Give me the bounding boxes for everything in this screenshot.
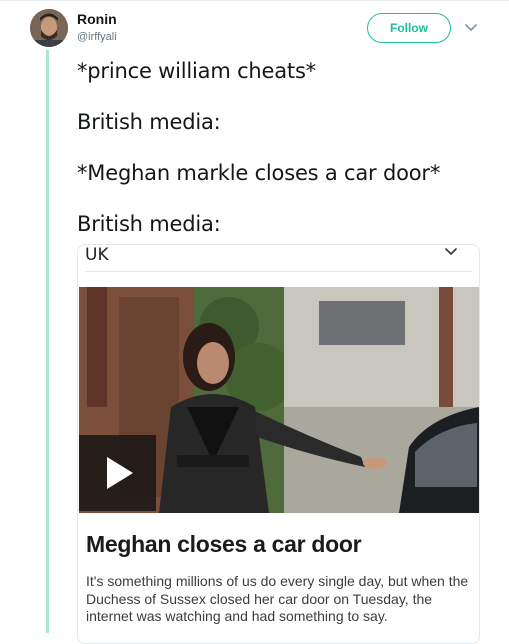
article-description: It's something millions of us do every s… — [86, 573, 469, 624]
play-icon — [107, 457, 133, 489]
author-name[interactable]: Ronin — [77, 11, 117, 27]
chevron-down-icon[interactable] — [462, 19, 480, 37]
tweet-text-line: *prince william cheats* — [77, 59, 316, 83]
avatar[interactable] — [30, 9, 68, 47]
tweet-text-line: British media: — [77, 110, 221, 134]
article-photo[interactable] — [79, 287, 479, 513]
follow-button[interactable]: Follow — [367, 13, 451, 43]
top-divider — [0, 0, 509, 1]
thread-line — [46, 50, 49, 633]
article-title[interactable]: Meghan closes a car door — [86, 531, 362, 558]
tweet-text-line: *Meghan markle closes a car door* — [77, 161, 441, 185]
chevron-down-icon — [444, 245, 458, 259]
embedded-article-card[interactable]: UK Meghan closes a car door It's somethi… — [77, 244, 480, 644]
region-selector[interactable]: UK — [85, 245, 472, 272]
author-handle[interactable]: @irffyali — [77, 31, 117, 43]
region-label: UK — [85, 245, 109, 265]
play-button[interactable] — [79, 435, 156, 511]
tweet-text-line: British media: — [77, 212, 221, 236]
